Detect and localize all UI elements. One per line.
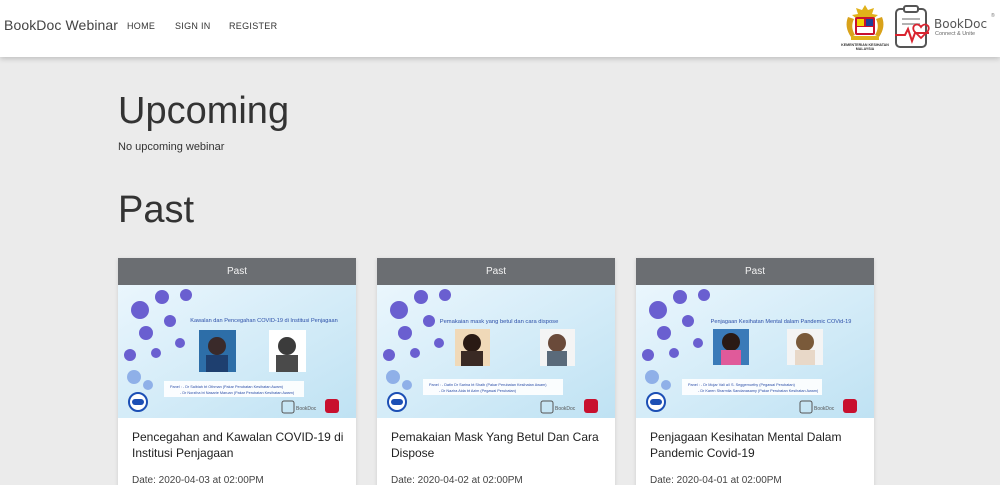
top-navbar: BookDoc Webinar HOME SIGN IN REGISTER KE… [0,0,1000,57]
card-date: Date: 2020-04-02 at 02:00PM [391,475,523,485]
nav-sign-in[interactable]: SIGN IN [175,21,211,31]
svg-text:BookDoc: BookDoc [814,406,835,412]
webinar-card[interactable]: Past Pemakaian mask yang betul dan cara … [377,258,615,485]
bookdoc-registered-mark: ® [991,13,995,19]
svg-text:BookDoc: BookDoc [555,406,576,412]
webinar-card[interactable]: Past Penjagaan Kesihatan Mental dalam Pa… [636,258,874,485]
card-title[interactable]: Penjagaan Kesihatan Mental Dalam Pandemi… [650,429,865,461]
upcoming-heading: Upcoming [118,90,290,132]
no-upcoming-text: No upcoming webinar [118,141,225,153]
thumbnail-title: Pemakaian mask yang betul dan cara dispo… [440,319,559,325]
ministry-caption: KEMENTERIAN KESIHATAN MALAYSIA [841,43,889,51]
card-status-badge: Past [377,258,615,285]
webinar-thumbnail[interactable]: Pemakaian mask yang betul dan cara dispo… [377,285,615,418]
card-status-badge: Past [118,258,356,285]
svg-text:BookDoc: BookDoc [296,406,317,412]
card-status-badge: Past [636,258,874,285]
past-heading: Past [118,189,195,231]
thumbnail-panel-1: Panel : - Dr Salbiah bt Othman (Pakar Pe… [170,385,284,389]
thumbnail-title: Penjagaan Kesihatan Mental dalam Pandemi… [711,319,852,325]
thumbnail-panel-2: - Dr Nazira Aida bt Azim (Pegawai Peruba… [439,389,517,393]
thumbnail-title: Kawalan dan Pencegahan COVID-19 di Insti… [190,318,337,324]
thumbnail-panel-1: Panel : - Dr Mojar Vali a/l S. Seggemurt… [688,383,796,387]
card-date: Date: 2020-04-03 at 02:00PM [132,475,264,485]
card-title[interactable]: Pemakaian Mask Yang Betul Dan Cara Dispo… [391,429,606,461]
nav-register[interactable]: REGISTER [229,21,277,31]
thumbnail-panel-2: - Dr Karen Sharmila Sandanasamy (Pakar P… [698,389,819,393]
card-date: Date: 2020-04-01 at 02:00PM [650,475,782,485]
card-title[interactable]: Pencegahan and Kawalan COVID-19 di Insti… [132,429,347,461]
webinar-card[interactable]: Past Kawalan dan Pencegahan COVID-19 di … [118,258,356,485]
webinar-thumbnail[interactable]: Kawalan dan Pencegahan COVID-19 di Insti… [118,285,356,418]
thumbnail-panel-2: - Dr Norziha bt Nasarie Maruan (Pakar Pe… [180,391,295,395]
thumbnail-panel-1: Panel : - Datin Dr Sarina bt Shaib (Paka… [429,383,547,387]
webinar-thumbnail[interactable]: Penjagaan Kesihatan Mental dalam Pandemi… [636,285,874,418]
bookdoc-tagline: Connect & Unite [935,31,976,37]
bookdoc-wordmark: BookDoc [934,17,988,31]
brand-link[interactable]: BookDoc Webinar [4,17,118,33]
nav-home[interactable]: HOME [127,21,155,31]
